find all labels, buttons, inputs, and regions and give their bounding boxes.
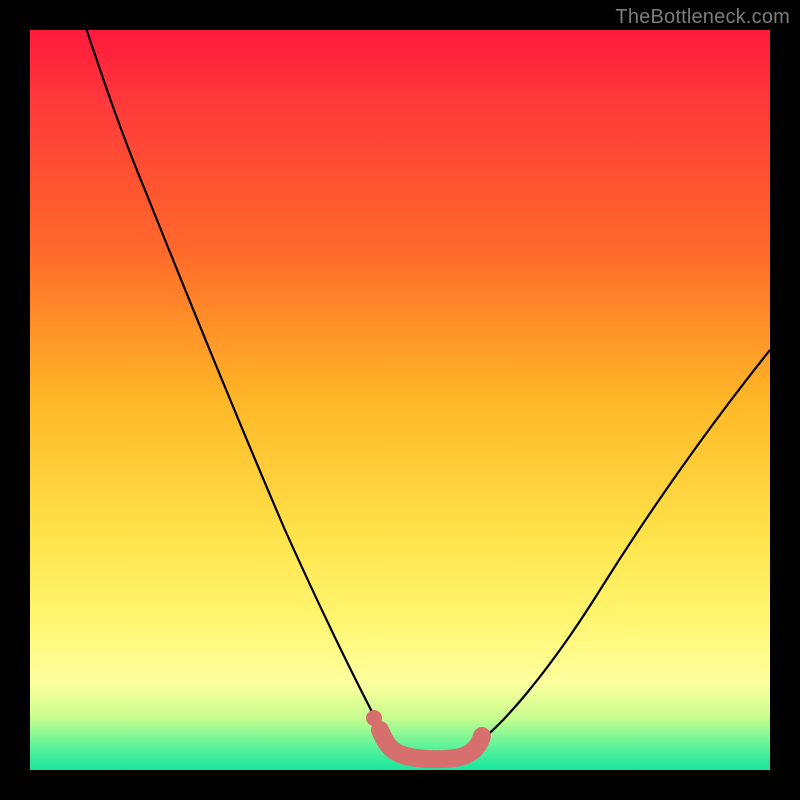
optimal-marker-dot bbox=[366, 710, 382, 726]
curve-right bbox=[470, 350, 770, 748]
chart-overlay bbox=[30, 30, 770, 770]
plot-area bbox=[30, 30, 770, 770]
watermark-text: TheBottleneck.com bbox=[615, 6, 790, 29]
optimal-band bbox=[380, 730, 482, 759]
chart-frame: TheBottleneck.com bbox=[0, 0, 800, 800]
curve-left bbox=[85, 25, 390, 745]
